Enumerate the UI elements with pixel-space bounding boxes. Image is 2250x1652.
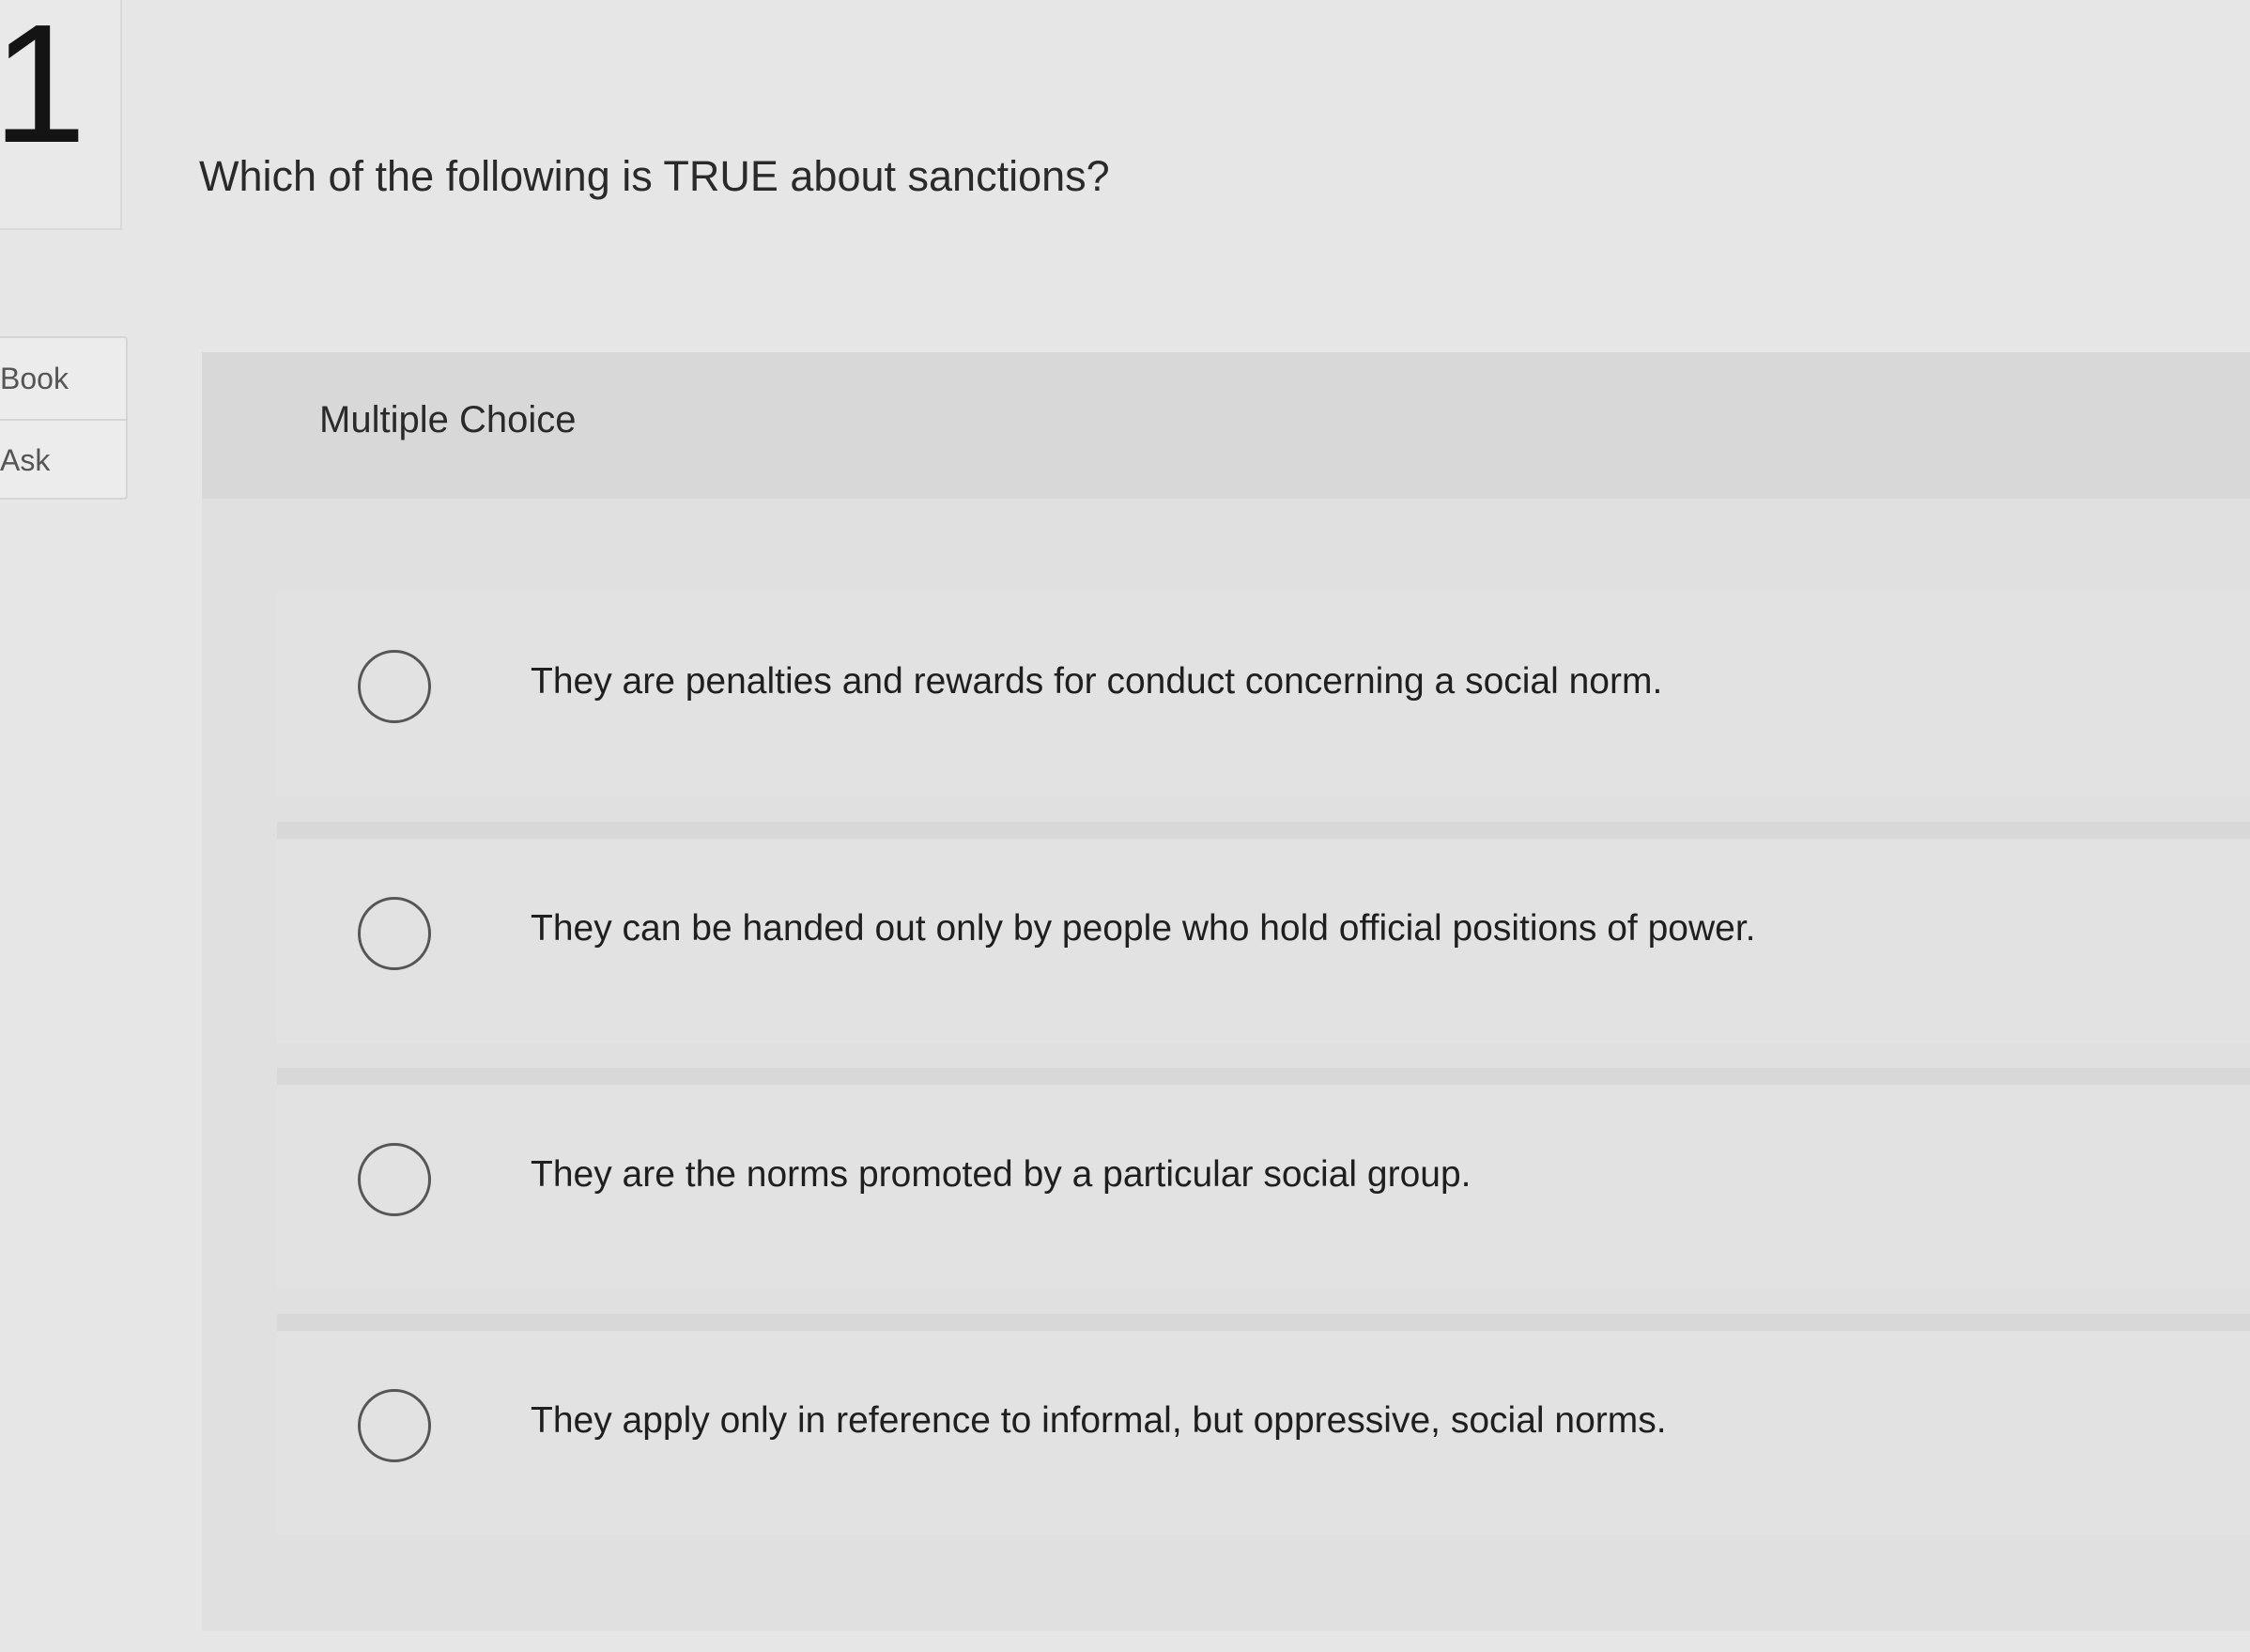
- option-2[interactable]: They can be handed out only by people wh…: [277, 839, 2250, 1043]
- radio-button[interactable]: [358, 897, 431, 970]
- radio-button[interactable]: [358, 1389, 431, 1462]
- answer-panel: Multiple Choice They are penalties and r…: [202, 352, 2250, 1631]
- option-3[interactable]: They are the norms promoted by a particu…: [277, 1085, 2250, 1289]
- option-label[interactable]: They apply only in reference to informal…: [531, 1400, 1667, 1442]
- option-1[interactable]: They are penalties and rewards for condu…: [277, 592, 2250, 796]
- book-button[interactable]: Book: [0, 338, 126, 419]
- ask-button[interactable]: Ask: [0, 419, 126, 500]
- option-4[interactable]: They apply only in reference to informal…: [277, 1331, 2250, 1536]
- option-label[interactable]: They are penalties and rewards for condu…: [531, 661, 1662, 702]
- radio-button[interactable]: [358, 650, 431, 723]
- question-number-box: 1: [0, 0, 122, 230]
- panel-title: Multiple Choice: [319, 399, 577, 440]
- side-tools: Book Ask: [0, 336, 128, 500]
- option-label[interactable]: They can be handed out only by people wh…: [531, 908, 1756, 950]
- radio-button[interactable]: [358, 1143, 431, 1216]
- question-text: Which of the following is TRUE about san…: [199, 152, 1110, 200]
- option-label[interactable]: They are the norms promoted by a particu…: [531, 1154, 1472, 1196]
- question-number: 1: [0, 0, 87, 178]
- panel-header: Multiple Choice: [202, 352, 2250, 499]
